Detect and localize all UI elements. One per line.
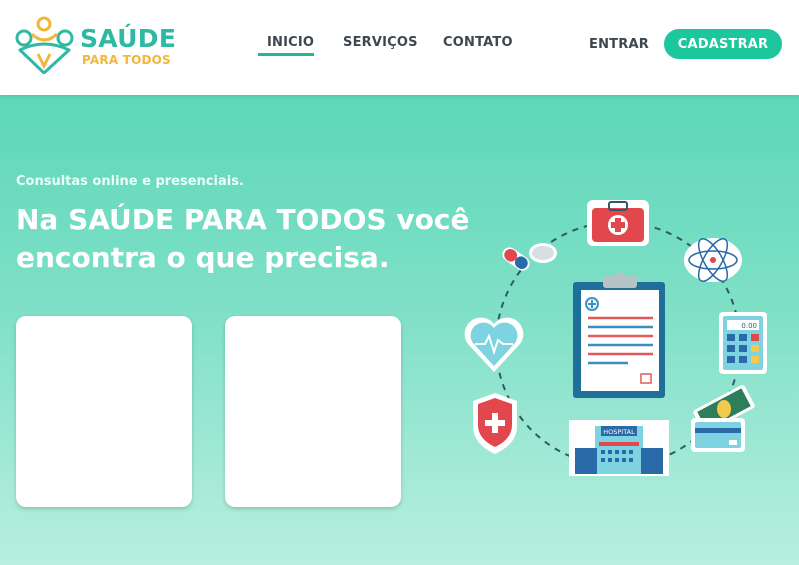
- clipboard-icon: [573, 272, 665, 398]
- service-card-2[interactable]: [225, 316, 401, 507]
- active-nav-indicator: [258, 53, 314, 56]
- service-card-1[interactable]: [16, 316, 192, 507]
- hospital-icon: HOSPITAL: [569, 420, 669, 476]
- brand-name: SAÚDE: [80, 24, 177, 53]
- heartbeat-icon: [464, 317, 524, 372]
- brand-tagline: PARA TODOS: [82, 53, 171, 67]
- nav-link-servicos[interactable]: SERVIÇOS: [343, 36, 418, 49]
- nav-link-inicio[interactable]: INICIO: [267, 36, 314, 49]
- calculator-display: 0.00: [741, 322, 757, 330]
- health-services-illustration: 0.00 HOSPITAL: [464, 200, 767, 476]
- nav-link-contato[interactable]: CONTATO: [443, 36, 513, 49]
- first-aid-kit-icon: [587, 200, 649, 246]
- brand-logo[interactable]: SAÚDE PARA TODOS: [14, 16, 189, 74]
- calculator-icon: 0.00: [719, 312, 767, 374]
- signup-button[interactable]: CADASTRAR: [664, 29, 782, 59]
- top-navigation-bar: SAÚDE PARA TODOS INICIO SERVIÇOS CONTATO…: [0, 0, 799, 95]
- money-card-icon: [691, 384, 755, 452]
- hospital-sign-text: HOSPITAL: [603, 428, 635, 436]
- health-people-logo-icon: [15, 16, 74, 74]
- pills-icon: [502, 243, 557, 271]
- shield-cross-icon: [473, 393, 517, 454]
- hero-subtitle: Consultas online e presenciais.: [16, 174, 244, 189]
- hero-headline: Na SAÚDE PARA TODOS você encontra o que …: [16, 203, 470, 274]
- login-link[interactable]: ENTRAR: [589, 38, 649, 51]
- atom-icon: [684, 237, 742, 283]
